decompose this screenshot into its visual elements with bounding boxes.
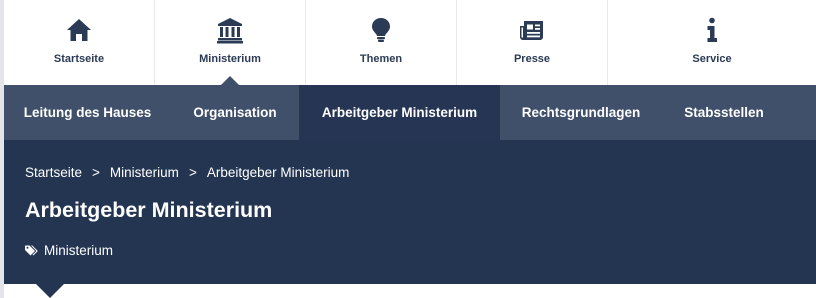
- subnav-item-label: Arbeitgeber Ministerium: [321, 105, 478, 120]
- subnav-item-label: Rechtsgrundlagen: [521, 105, 641, 120]
- info-icon: [698, 16, 726, 44]
- subnav-item-label: Leitung des Hauses: [23, 105, 152, 120]
- institution-icon: [216, 16, 244, 44]
- nav-item-themen[interactable]: Themen: [306, 0, 457, 85]
- header-pointer: [36, 284, 64, 298]
- breadcrumb-separator: >: [92, 165, 100, 180]
- lightbulb-icon: [367, 16, 395, 44]
- sub-navigation: Leitung des Hauses Organisation Arbeitge…: [4, 85, 816, 140]
- nav-item-ministerium[interactable]: Ministerium: [155, 0, 306, 85]
- subnav-item-arbeitgeber[interactable]: Arbeitgeber Ministerium: [299, 85, 500, 140]
- subnav-item-rechtsgrundlagen[interactable]: Rechtsgrundlagen: [500, 85, 662, 140]
- subnav-item-label: Organisation: [193, 105, 277, 120]
- breadcrumb-separator: >: [188, 165, 197, 180]
- subnav-item-label: Stabsstellen: [684, 105, 764, 120]
- newspaper-icon: [518, 16, 546, 44]
- tags-icon: [25, 245, 38, 255]
- page-title: Arbeitgeber Ministerium: [25, 198, 273, 222]
- subnav-item-leitung[interactable]: Leitung des Hauses: [4, 85, 171, 140]
- breadcrumb-link-ministerium[interactable]: Ministerium: [110, 165, 179, 180]
- nav-item-label: Themen: [359, 53, 403, 65]
- nav-item-label: Service: [692, 53, 732, 65]
- main-navigation: Startseite Ministerium Themen Presse Ser…: [4, 0, 816, 85]
- breadcrumb: Startseite > Ministerium > Arbeitgeber M…: [25, 165, 349, 180]
- nav-item-startseite[interactable]: Startseite: [4, 0, 155, 85]
- category-tag[interactable]: Ministerium: [25, 243, 113, 258]
- home-icon: [65, 16, 93, 44]
- page-header: Startseite > Ministerium > Arbeitgeber M…: [4, 140, 816, 298]
- subnav-item-organisation[interactable]: Organisation: [171, 85, 299, 140]
- category-tag-label: Ministerium: [44, 243, 114, 258]
- left-border: [0, 0, 4, 298]
- nav-item-label: Ministerium: [199, 53, 261, 65]
- nav-item-label: Startseite: [53, 53, 105, 65]
- nav-item-presse[interactable]: Presse: [457, 0, 608, 85]
- breadcrumb-link-startseite[interactable]: Startseite: [25, 165, 82, 180]
- breadcrumb-current: Arbeitgeber Ministerium: [206, 165, 350, 180]
- subnav-item-stabsstellen[interactable]: Stabsstellen: [662, 85, 786, 140]
- nav-item-service[interactable]: Service: [608, 0, 816, 85]
- nav-item-label: Presse: [513, 53, 551, 65]
